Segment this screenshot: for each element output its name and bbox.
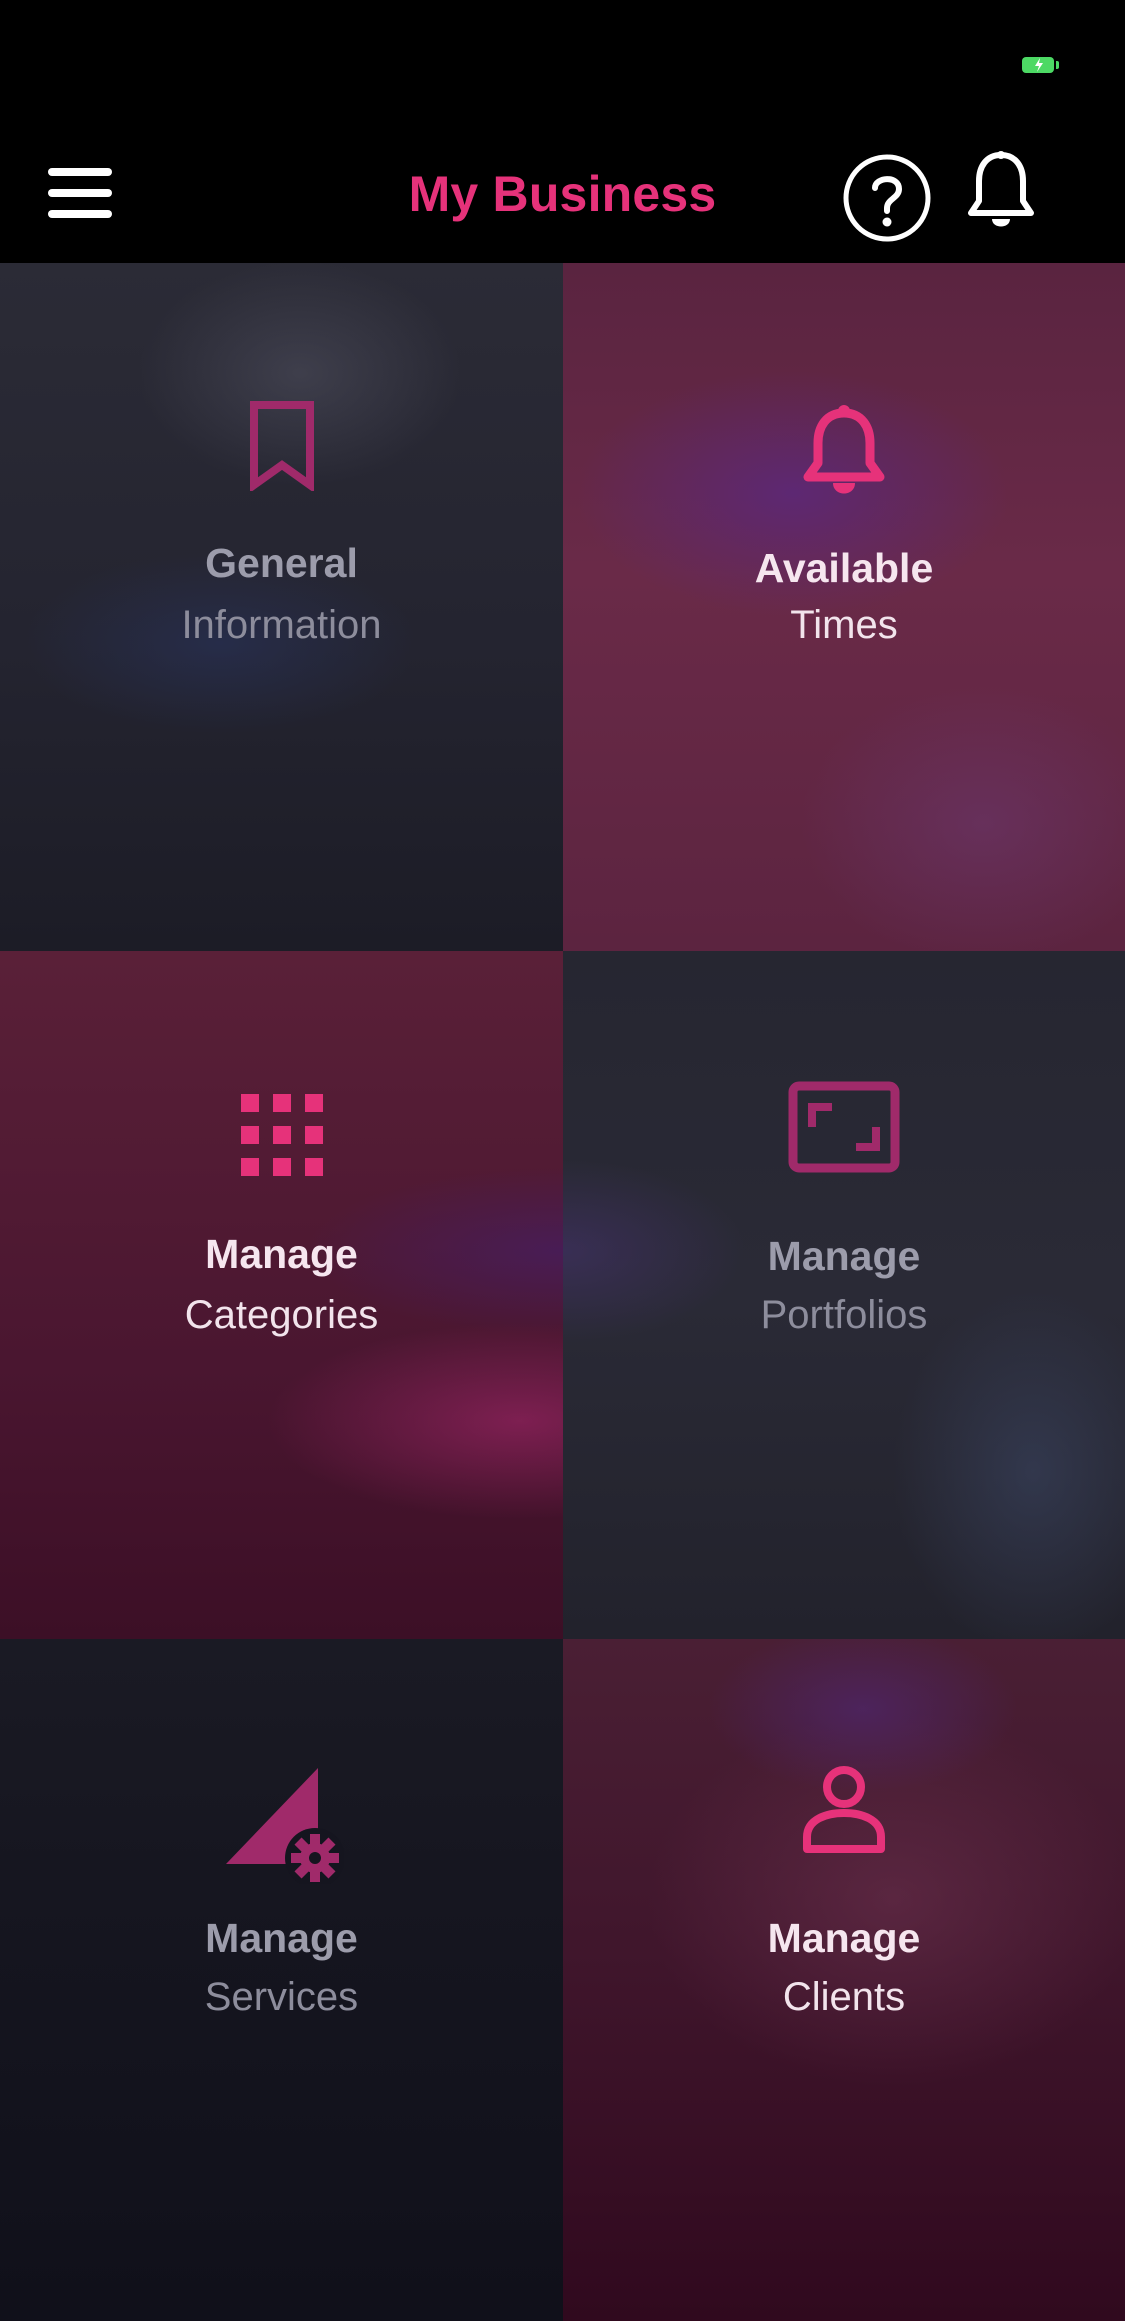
bell-icon	[968, 151, 1034, 227]
tile-subtitle: Services	[204, 1975, 359, 2019]
tile-manage-portfolios[interactable]: Manage Portfolios	[563, 951, 1125, 1639]
user-icon	[803, 1766, 885, 1853]
app-header: My Business	[0, 135, 1125, 263]
tile-content: General Information	[0, 263, 563, 951]
tile-manage-clients[interactable]: Manage Clients	[563, 1639, 1125, 2321]
tile-general-information[interactable]: General Information	[0, 263, 563, 951]
tile-title: Manage	[205, 1915, 358, 1961]
tile-manage-services[interactable]: Manage Services	[0, 1639, 563, 2321]
tile-subtitle: Information	[181, 603, 382, 647]
business-menu-grid: General Information Available Times Mana…	[0, 263, 1125, 2321]
tile-title: Manage	[767, 1233, 921, 1279]
tile-subtitle: Categories	[184, 1293, 379, 1337]
tile-content: Manage Portfolios	[563, 951, 1125, 1639]
tile-title: Available	[754, 545, 934, 591]
services-gear-icon	[225, 1768, 344, 1884]
tile-subtitle: Times	[790, 603, 898, 647]
tile-title: General	[205, 540, 358, 586]
grid-icon	[240, 1094, 323, 1176]
tile-content: Available Times	[563, 263, 1125, 951]
tile-available-times[interactable]: Available Times	[563, 263, 1125, 951]
tile-content: Manage Clients	[563, 1639, 1125, 2321]
status-bar	[0, 0, 1125, 135]
bell-icon	[803, 405, 885, 494]
bookmark-icon	[249, 401, 314, 491]
help-button[interactable]	[842, 153, 932, 243]
tile-title: Manage	[767, 1915, 921, 1961]
charging-bolt-icon	[1035, 58, 1043, 72]
tile-title: Manage	[205, 1231, 358, 1277]
notifications-button[interactable]	[965, 149, 1037, 235]
tile-content: Manage Services	[0, 1639, 563, 2321]
frame-icon	[788, 1081, 900, 1173]
tile-subtitle: Portfolios	[760, 1293, 928, 1337]
tile-manage-categories[interactable]: Manage Categories	[0, 951, 563, 1639]
tile-content: Manage Categories	[0, 951, 563, 1639]
tile-subtitle: Clients	[782, 1975, 906, 2019]
page-title: My Business	[408, 166, 717, 222]
question-circle-icon	[843, 154, 931, 242]
battery-icon	[1022, 57, 1059, 73]
